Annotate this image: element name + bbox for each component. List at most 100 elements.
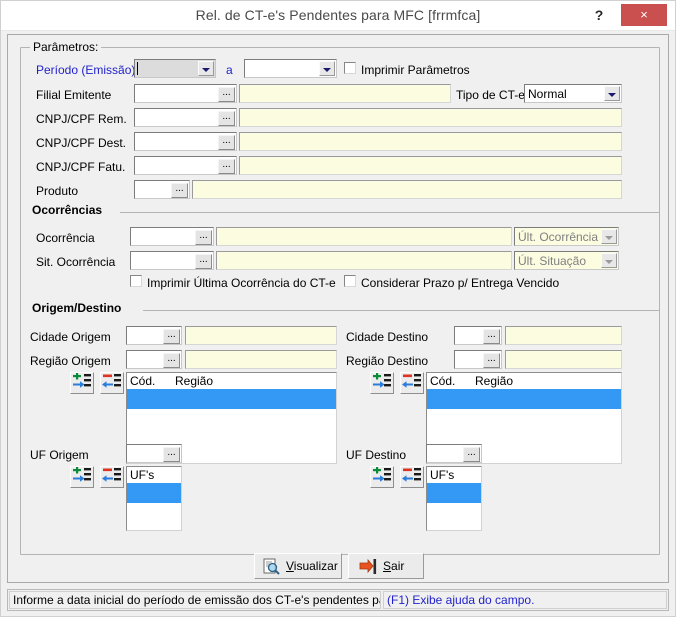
uf-destino-listbox[interactable]: UF's — [426, 466, 482, 531]
origem-destino-section-rule — [143, 310, 660, 311]
parametros-legend: Parâmetros: — [30, 40, 102, 54]
column-header-ufs: UF's — [430, 468, 455, 482]
regiao-origem-list-header: Cód. Região — [127, 373, 336, 389]
help-button[interactable]: ? — [585, 1, 613, 29]
remove-row-icon — [102, 468, 121, 482]
cnpj-cpf-fatu-description — [239, 156, 622, 175]
regiao-destino-add-row-button[interactable] — [370, 372, 394, 394]
ultima-situacao-value: Últ. Situação — [518, 254, 587, 268]
cnpj-cpf-rem-code-input[interactable]: ... — [134, 108, 237, 127]
regiao-destino-list-row-selected[interactable] — [427, 389, 621, 409]
uf-destino-label: UF Destino — [346, 448, 407, 462]
uf-origem-add-row-button[interactable] — [70, 466, 94, 488]
cidade-origem-lookup-button[interactable]: ... — [163, 329, 180, 344]
cidade-destino-lookup-button[interactable]: ... — [483, 329, 500, 344]
uf-destino-lookup-button[interactable]: ... — [463, 447, 480, 462]
visualizar-button[interactable]: Visualizar — [254, 553, 342, 579]
chevron-down-icon — [202, 68, 210, 72]
imprimir-ultima-ocorrencia-checkbox[interactable] — [130, 275, 142, 287]
regiao-origem-lookup-button[interactable]: ... — [163, 353, 180, 368]
cnpj-cpf-dest-lookup-button[interactable]: ... — [218, 135, 235, 150]
filial-emitente-code-input[interactable]: ... — [134, 84, 237, 103]
cidade-destino-description — [505, 326, 622, 345]
cidade-destino-label: Cidade Destino — [346, 330, 429, 344]
considerar-prazo-label: Considerar Prazo p/ Entrega Vencido — [361, 276, 560, 290]
cnpj-cpf-rem-lookup-button[interactable]: ... — [218, 111, 235, 126]
produto-lookup-button[interactable]: ... — [171, 183, 188, 198]
regiao-origem-code-input[interactable]: ... — [126, 350, 182, 369]
uf-origem-list-row-selected[interactable] — [127, 483, 181, 503]
periodo-from-dropdown-button[interactable] — [198, 61, 214, 76]
column-header-ufs: UF's — [130, 468, 155, 482]
uf-origem-listbox[interactable]: UF's — [126, 466, 182, 531]
uf-origem-remove-row-button[interactable] — [100, 466, 124, 488]
sair-button[interactable]: Sair — [348, 553, 424, 579]
tipo-cte-value: Normal — [528, 87, 567, 101]
column-header-codigo: Cód. — [130, 374, 156, 388]
uf-origem-code-input[interactable]: ... — [126, 444, 182, 463]
uf-destino-remove-row-button[interactable] — [400, 466, 424, 488]
uf-destino-list-row-selected[interactable] — [427, 483, 481, 503]
chevron-down-icon — [605, 236, 613, 240]
cnpj-cpf-dest-code-input[interactable]: ... — [134, 132, 237, 151]
imprimir-parametros-label: Imprimir Parâmetros — [361, 63, 470, 77]
add-row-icon — [73, 467, 91, 482]
uf-destino-add-row-button[interactable] — [370, 466, 394, 488]
visualizar-button-label: Visualizar — [286, 559, 338, 573]
ocorrencia-code-input[interactable]: ... — [130, 227, 214, 246]
status-help-text: (F1) Exibe ajuda do campo. — [383, 591, 667, 609]
regiao-destino-label: Região Destino — [346, 354, 429, 368]
periodo-emissao-label: Período (Emissão) — [36, 63, 136, 77]
cnpj-cpf-dest-label: CNPJ/CPF Dest. — [36, 136, 127, 150]
uf-destino-list-header: UF's — [427, 467, 481, 483]
column-header-codigo: Cód. — [430, 374, 456, 388]
status-hint-text: Informe a data inicial do período de emi… — [9, 591, 381, 609]
produto-code-input[interactable]: ... — [134, 180, 190, 199]
considerar-prazo-checkbox[interactable] — [344, 275, 356, 287]
window-title: Rel. de CT-e's Pendentes para MFC [frrmf… — [195, 7, 481, 23]
tipo-cte-dropdown-button[interactable] — [604, 86, 620, 101]
ultima-ocorrencia-dropdown-button[interactable] — [601, 229, 617, 244]
uf-destino-code-input[interactable]: ... — [426, 444, 482, 463]
ocorrencias-section-header: Ocorrências — [32, 203, 108, 217]
visualizar-label-rest: isualizar — [293, 559, 338, 573]
ultima-situacao-combo[interactable]: Últ. Situação — [514, 251, 619, 270]
periodo-from-combo[interactable] — [134, 59, 216, 78]
exit-door-arrow-icon — [359, 558, 377, 574]
cnpj-cpf-fatu-lookup-button[interactable]: ... — [218, 159, 235, 174]
title-bar: Rel. de CT-e's Pendentes para MFC [frrmf… — [1, 1, 675, 31]
periodo-to-combo[interactable] — [244, 59, 337, 78]
ocorrencia-lookup-button[interactable]: ... — [195, 230, 212, 245]
dialog-body: Parâmetros: Período (Emissão) a Imprimir… — [7, 34, 669, 583]
filial-emitente-lookup-button[interactable]: ... — [218, 87, 235, 102]
regiao-destino-description — [505, 350, 622, 369]
ultima-situacao-dropdown-button[interactable] — [601, 253, 617, 268]
uf-origem-lookup-button[interactable]: ... — [163, 447, 180, 462]
column-header-regiao: Região — [175, 374, 214, 388]
sit-ocorrencia-code-input[interactable]: ... — [130, 251, 214, 270]
chevron-down-icon — [323, 68, 331, 72]
remove-row-icon — [402, 468, 421, 482]
regiao-destino-code-input[interactable]: ... — [454, 350, 502, 369]
text-caret — [137, 62, 138, 75]
regiao-origem-list-row-selected[interactable] — [127, 389, 336, 409]
cidade-origem-code-input[interactable]: ... — [126, 326, 182, 345]
close-button[interactable]: × — [621, 4, 667, 26]
cidade-destino-code-input[interactable]: ... — [454, 326, 502, 345]
periodo-to-dropdown-button[interactable] — [319, 61, 335, 76]
imprimir-parametros-checkbox[interactable] — [344, 62, 356, 74]
sit-ocorrencia-label: Sit. Ocorrência — [36, 255, 116, 269]
regiao-origem-add-row-button[interactable] — [70, 372, 94, 394]
regiao-origem-remove-row-button[interactable] — [100, 372, 124, 394]
cnpj-cpf-fatu-code-input[interactable]: ... — [134, 156, 237, 175]
tipo-cte-combo[interactable]: Normal — [524, 84, 622, 103]
filial-emitente-label: Filial Emitente — [36, 88, 112, 102]
produto-label: Produto — [36, 184, 79, 198]
regiao-destino-lookup-button[interactable]: ... — [483, 353, 500, 368]
ultima-ocorrencia-combo[interactable]: Últ. Ocorrência — [514, 227, 619, 246]
add-row-icon — [373, 373, 391, 388]
regiao-origem-description — [185, 350, 337, 369]
sit-ocorrencia-lookup-button[interactable]: ... — [195, 254, 212, 269]
sit-ocorrencia-description — [216, 251, 512, 270]
regiao-destino-remove-row-button[interactable] — [400, 372, 424, 394]
